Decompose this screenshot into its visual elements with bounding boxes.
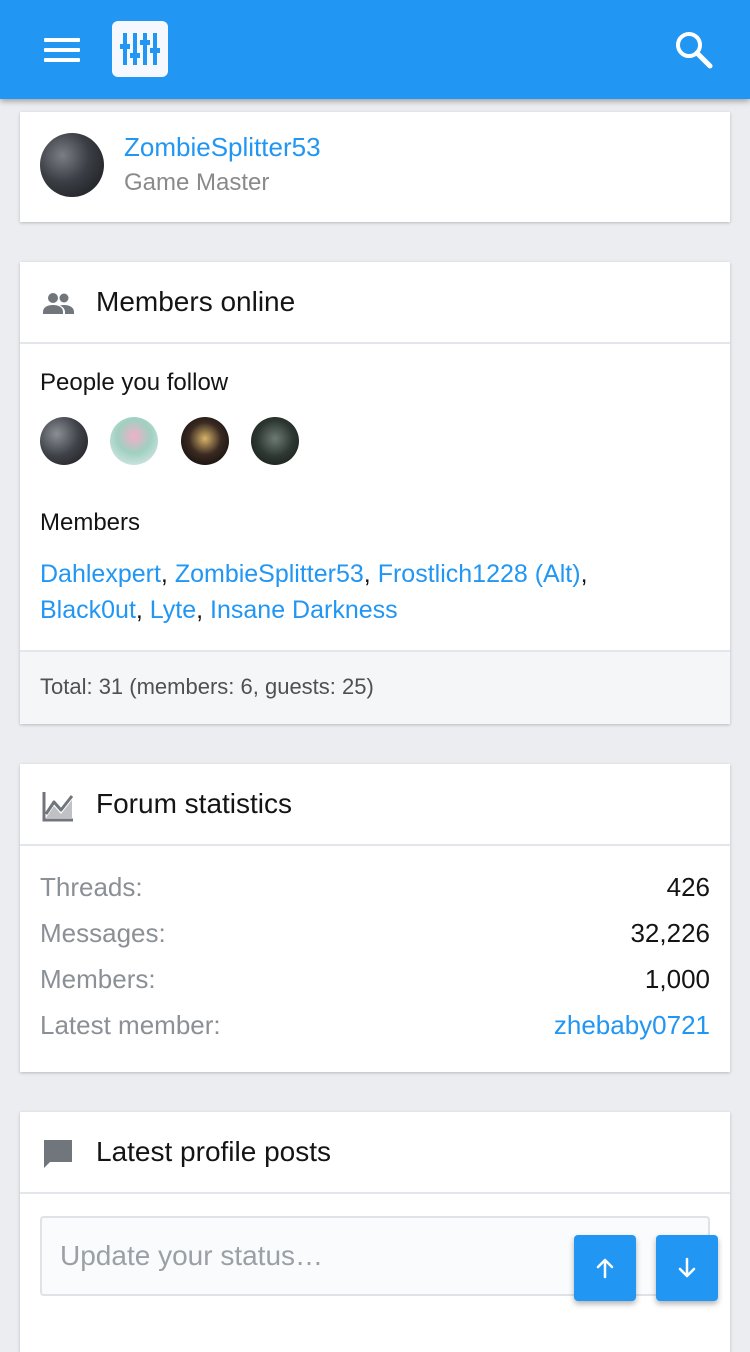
avatar[interactable]: [251, 417, 299, 465]
comment-icon: [44, 1140, 72, 1168]
forum-statistics-header: Forum statistics: [20, 764, 730, 846]
top-app-bar: [0, 0, 750, 99]
member-separator: ,: [363, 560, 378, 588]
member-separator: ,: [160, 560, 175, 588]
arrow-up-icon: [596, 1258, 614, 1279]
stat-value: 426: [666, 872, 710, 902]
stat-row-members: Members: 1,000: [40, 964, 710, 1004]
member-link[interactable]: Frostlich1228 (Alt): [378, 560, 581, 588]
scroll-up-button[interactable]: [574, 1235, 636, 1301]
member-separator: ,: [580, 560, 588, 588]
avatar[interactable]: [181, 417, 229, 465]
stat-row-threads: Threads: 426: [40, 872, 710, 912]
latest-member-link[interactable]: zhebaby0721: [554, 1010, 710, 1041]
members-online-footer: Total: 31 (members: 6, guests: 25): [20, 650, 730, 724]
latest-profile-posts-block: Latest profile posts: [20, 1112, 730, 1352]
username-link[interactable]: ZombieSplitter53: [124, 132, 321, 163]
profile-posts-title: Latest profile posts: [96, 1136, 332, 1167]
stat-row-latest-member: Latest member: zhebaby0721: [40, 1010, 710, 1050]
staff-member-card: ZombieSplitter53 Game Master: [20, 112, 730, 222]
online-total: Total: 31 (members: 6, guests: 25): [40, 674, 374, 699]
user-title: Game Master: [124, 169, 270, 196]
member-link[interactable]: Black0ut: [40, 596, 136, 624]
stat-label: Members:: [40, 964, 156, 994]
people-you-follow-label: People you follow: [40, 369, 229, 396]
stat-label: Threads:: [40, 872, 143, 902]
avatar[interactable]: [40, 417, 88, 465]
arrow-down-icon: [678, 1257, 696, 1278]
stat-row-messages: Messages: 32,226: [40, 918, 710, 958]
stat-value: 32,226: [630, 918, 710, 948]
members-label: Members: [40, 509, 141, 536]
avatar[interactable]: [110, 417, 158, 465]
members-online-title: Members online: [96, 286, 296, 317]
member-link[interactable]: Dahlexpert: [40, 560, 161, 588]
avatar[interactable]: [40, 133, 104, 197]
stat-value: 1,000: [644, 964, 710, 994]
member-link[interactable]: Lyte: [150, 596, 196, 624]
people-icon: [43, 293, 74, 314]
stat-label: Latest member:: [40, 1010, 221, 1040]
hamburger-menu-icon[interactable]: [44, 38, 80, 62]
forum-statistics-title: Forum statistics: [96, 788, 293, 819]
member-link[interactable]: Insane Darkness: [210, 596, 398, 624]
scroll-down-button[interactable]: [656, 1235, 718, 1301]
member-separator: ,: [135, 596, 150, 624]
sliders-logo-icon[interactable]: [112, 21, 168, 77]
profile-posts-header: Latest profile posts: [20, 1112, 730, 1194]
member-link[interactable]: ZombieSplitter53: [175, 560, 364, 588]
members-online-header: Members online: [20, 262, 730, 344]
members-online-block: Members online People you follow Members…: [20, 262, 730, 724]
member-separator: ,: [196, 596, 211, 624]
chart-line-icon: [42, 792, 74, 822]
search-icon[interactable]: [674, 30, 714, 70]
stat-label: Messages:: [40, 918, 166, 948]
online-member-list: Dahlexpert, ZombieSplitter53, Frostlich1…: [40, 556, 710, 628]
forum-statistics-block: Forum statistics Threads: 426 Messages: …: [20, 764, 730, 1072]
